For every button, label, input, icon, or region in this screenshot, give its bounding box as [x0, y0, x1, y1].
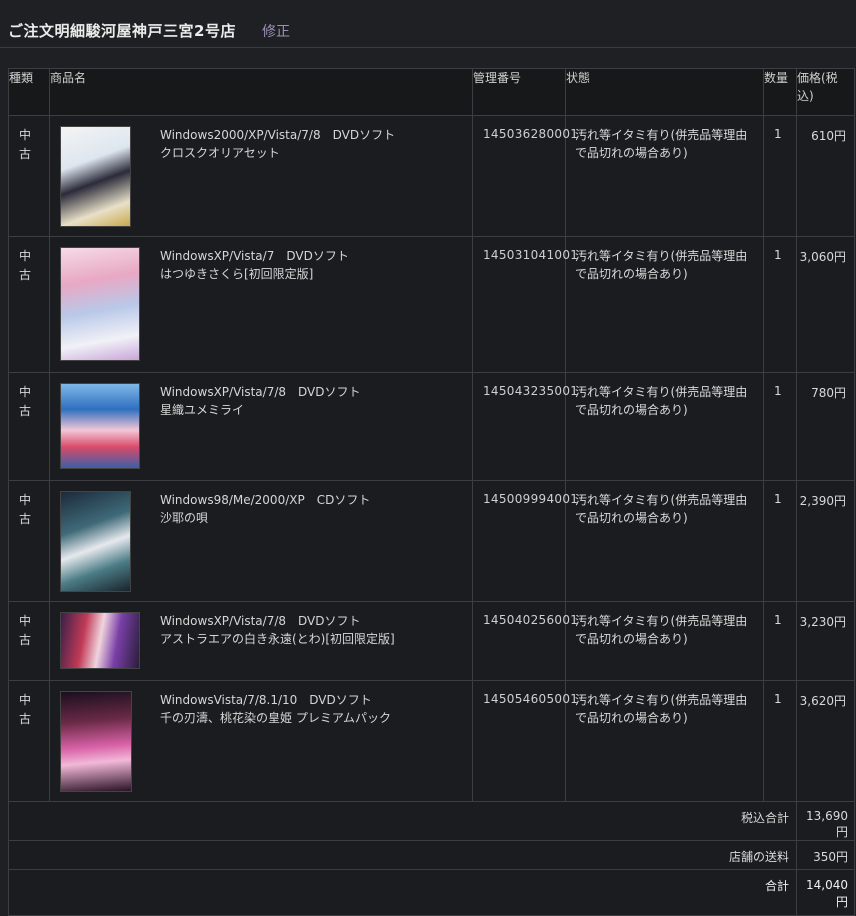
order-table: 種類 商品名 管理番号 状態 数量 価格(税込) 中古 Windows2000/…	[8, 68, 855, 916]
shipping-label: 店舗の送料	[8, 840, 797, 870]
product-platform: Windows98/Me/2000/XP CDソフト	[160, 493, 371, 507]
product-cell: Windows2000/XP/Vista/7/8 DVDソフト クロスクオリアセ…	[49, 115, 473, 237]
status-cell: 汚れ等イタミ有り(併売品等理由で品切れの場合あり)	[565, 601, 764, 681]
product-title-link[interactable]: 千の刃濤、桃花染の皇姫 プレミアムパック	[160, 709, 391, 727]
product-thumbnail[interactable]	[60, 126, 131, 227]
header-type: 種類	[8, 68, 50, 116]
status-cell: 汚れ等イタミ有り(併売品等理由で品切れの場合あり)	[565, 372, 764, 481]
table-row: 中古 WindowsXP/Vista/7 DVDソフト はつゆきさくら[初回限定…	[8, 236, 855, 373]
product-thumbnail[interactable]	[60, 247, 140, 361]
type-cell: 中古	[8, 601, 50, 681]
page-title: ご注文明細駿河屋神戸三宮2号店	[8, 22, 236, 40]
qty-cell: 1	[763, 601, 797, 681]
product-thumbnail[interactable]	[60, 383, 140, 469]
qty-cell: 1	[763, 236, 797, 373]
product-cell: Windows98/Me/2000/XP CDソフト 沙耶の唄	[49, 480, 473, 602]
subtotal-row: 税込合計 13,690円	[8, 801, 855, 841]
product-platform: WindowsXP/Vista/7 DVDソフト	[160, 249, 349, 263]
type-cell: 中古	[8, 480, 50, 602]
order-header: ご注文明細駿河屋神戸三宮2号店 修正	[0, 0, 856, 48]
mgmt-number: 145031041001	[472, 236, 578, 373]
table-row: 中古 WindowsXP/Vista/7/8 DVDソフト アストラエアの白き永…	[8, 601, 855, 681]
qty-cell: 1	[763, 115, 797, 237]
price-cell: 610円	[796, 115, 855, 237]
product-cell: WindowsXP/Vista/7/8 DVDソフト 星織ユメミライ	[49, 372, 473, 481]
type-cell: 中古	[8, 680, 50, 802]
mgmt-number: 145054605001	[472, 680, 578, 802]
type-cell: 中古	[8, 372, 50, 481]
product-title-link[interactable]: クロスクオリアセット	[160, 144, 395, 162]
product-platform: WindowsXP/Vista/7/8 DVDソフト	[160, 385, 361, 399]
total-row: 合計 14,040円	[8, 869, 855, 916]
shipping-row: 店舗の送料 350円	[8, 840, 855, 870]
price-cell: 780円	[796, 372, 855, 481]
type-cell: 中古	[8, 236, 50, 373]
product-platform: WindowsVista/7/8.1/10 DVDソフト	[160, 693, 372, 707]
mgmt-number: 145036280001	[472, 115, 578, 237]
price-cell: 3,620円	[796, 680, 855, 802]
shipping-value: 350円	[796, 840, 855, 870]
product-platform: Windows2000/XP/Vista/7/8 DVDソフト	[160, 128, 396, 142]
mgmt-number: 145040256001	[472, 601, 578, 681]
edit-link[interactable]: 修正	[262, 21, 290, 41]
mgmt-number: 145043235001	[472, 372, 578, 481]
header-mgmt: 管理番号	[472, 68, 566, 116]
qty-cell: 1	[763, 372, 797, 481]
product-title-link[interactable]: アストラエアの白き永遠(とわ)[初回限定版]	[160, 630, 395, 648]
price-cell: 3,230円	[796, 601, 855, 681]
header-price: 価格(税込)	[796, 68, 855, 116]
price-cell: 3,060円	[796, 236, 855, 373]
product-platform: WindowsXP/Vista/7/8 DVDソフト	[160, 614, 361, 628]
product-cell: WindowsVista/7/8.1/10 DVDソフト 千の刃濤、桃花染の皇姫…	[49, 680, 473, 802]
total-value: 14,040円	[796, 869, 855, 916]
table-row: 中古 Windows2000/XP/Vista/7/8 DVDソフト クロスクオ…	[8, 115, 855, 237]
table-row: 中古 WindowsXP/Vista/7/8 DVDソフト 星織ユメミライ 14…	[8, 372, 855, 481]
price-cell: 2,390円	[796, 480, 855, 602]
mgmt-number: 145009994001	[472, 480, 578, 602]
product-thumbnail[interactable]	[60, 612, 140, 669]
qty-cell: 1	[763, 480, 797, 602]
table-row: 中古 WindowsVista/7/8.1/10 DVDソフト 千の刃濤、桃花染…	[8, 680, 855, 802]
product-thumbnail[interactable]	[60, 691, 132, 792]
product-cell: WindowsXP/Vista/7/8 DVDソフト アストラエアの白き永遠(と…	[49, 601, 473, 681]
product-cell: WindowsXP/Vista/7 DVDソフト はつゆきさくら[初回限定版]	[49, 236, 473, 373]
header-product: 商品名	[49, 68, 473, 116]
table-header-row: 種類 商品名 管理番号 状態 数量 価格(税込)	[8, 68, 855, 116]
product-title-link[interactable]: 星織ユメミライ	[160, 401, 361, 419]
product-title-link[interactable]: はつゆきさくら[初回限定版]	[160, 265, 349, 283]
table-row: 中古 Windows98/Me/2000/XP CDソフト 沙耶の唄 14500…	[8, 480, 855, 602]
qty-cell: 1	[763, 680, 797, 802]
subtotal-value: 13,690円	[796, 801, 855, 841]
type-cell: 中古	[8, 115, 50, 237]
status-cell: 汚れ等イタミ有り(併売品等理由で品切れの場合あり)	[565, 236, 764, 373]
header-qty: 数量	[763, 68, 797, 116]
product-thumbnail[interactable]	[60, 491, 131, 592]
header-status: 状態	[565, 68, 764, 116]
product-title-link[interactable]: 沙耶の唄	[160, 509, 370, 527]
status-cell: 汚れ等イタミ有り(併売品等理由で品切れの場合あり)	[565, 680, 764, 802]
status-cell: 汚れ等イタミ有り(併売品等理由で品切れの場合あり)	[565, 480, 764, 602]
status-cell: 汚れ等イタミ有り(併売品等理由で品切れの場合あり)	[565, 115, 764, 237]
total-label: 合計	[8, 869, 797, 916]
subtotal-label: 税込合計	[8, 801, 797, 841]
